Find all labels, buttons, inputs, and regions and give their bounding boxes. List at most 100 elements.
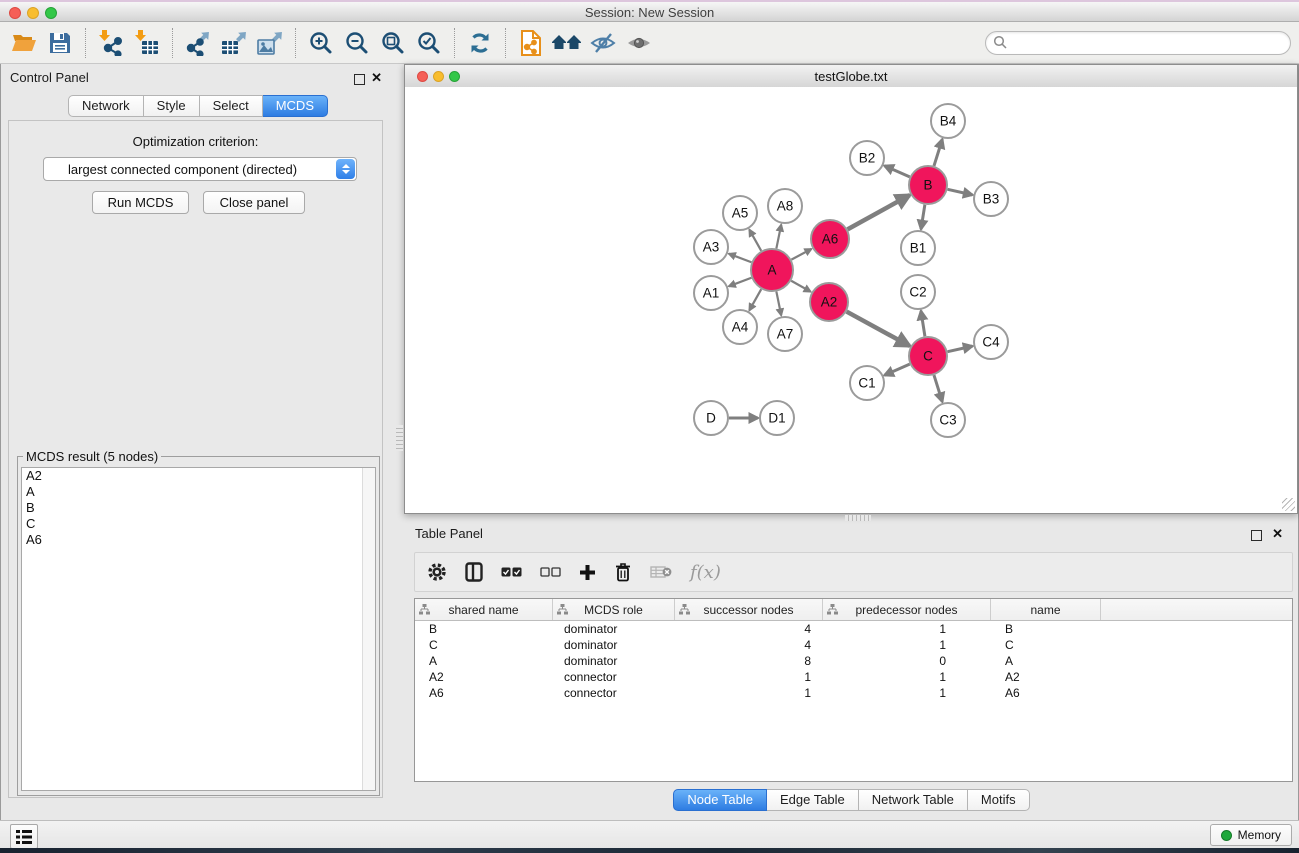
table-tab-motifs[interactable]: Motifs — [968, 789, 1030, 811]
cell-predecessor-nodes[interactable]: 1 — [823, 685, 991, 701]
panel-divider-grip[interactable] — [845, 515, 871, 521]
tab-style[interactable]: Style — [144, 95, 200, 117]
edge-C-C3[interactable] — [934, 375, 942, 402]
cell-name[interactable]: A2 — [991, 669, 1101, 685]
node-C4[interactable]: C4 — [974, 325, 1008, 359]
delete-table-button[interactable] — [650, 559, 672, 585]
float-panel-icon[interactable] — [1251, 530, 1262, 541]
column-header-name[interactable]: name — [991, 599, 1101, 620]
cell-MCDS-role[interactable]: connector — [553, 685, 675, 701]
column-header-MCDS-role[interactable]: MCDS role — [553, 599, 675, 620]
cell-predecessor-nodes[interactable]: 1 — [823, 669, 991, 685]
tab-network[interactable]: Network — [68, 95, 144, 117]
node-B2[interactable]: B2 — [850, 141, 884, 175]
node-B1[interactable]: B1 — [901, 231, 935, 265]
column-header-shared-name[interactable]: shared name — [415, 599, 553, 620]
panel-divider-grip[interactable] — [396, 425, 403, 451]
close-panel-icon[interactable]: ✕ — [1272, 526, 1283, 542]
zoom-out-button[interactable] — [341, 25, 373, 61]
edge-A-A7[interactable] — [776, 292, 781, 316]
deselect-all-button[interactable] — [540, 559, 561, 585]
edge-A-A4[interactable] — [749, 289, 761, 310]
select-all-button[interactable] — [501, 559, 522, 585]
node-A4[interactable]: A4 — [723, 310, 757, 344]
export-image-button[interactable] — [254, 25, 286, 61]
edge-B-B1[interactable] — [921, 205, 925, 229]
cell-shared-name[interactable]: B — [415, 621, 553, 637]
network-canvas[interactable]: B4B2BB3A8A5A6A3B1AC2A1A2A4A7C4CC1DD1C3 — [405, 87, 1297, 513]
node-C[interactable]: C — [909, 337, 947, 375]
import-table-button[interactable] — [131, 25, 163, 61]
node-B3[interactable]: B3 — [974, 182, 1008, 216]
scrollbar-track[interactable] — [362, 468, 375, 790]
cell-shared-name[interactable]: A6 — [415, 685, 553, 701]
function-builder-button[interactable]: f(x) — [690, 559, 721, 585]
cell-predecessor-nodes[interactable]: 1 — [823, 637, 991, 653]
table-settings-button[interactable] — [427, 559, 447, 585]
node-C3[interactable]: C3 — [931, 403, 965, 437]
edge-B-B2[interactable] — [884, 166, 909, 177]
node-A1[interactable]: A1 — [694, 276, 728, 310]
cell-MCDS-role[interactable]: dominator — [553, 621, 675, 637]
table-tab-edge-table[interactable]: Edge Table — [767, 789, 859, 811]
node-table[interactable]: shared nameMCDS rolesuccessor nodesprede… — [414, 598, 1293, 782]
cell-successor-nodes[interactable]: 4 — [675, 637, 823, 653]
node-A5[interactable]: A5 — [723, 196, 757, 230]
cell-MCDS-role[interactable]: dominator — [553, 637, 675, 653]
table-row[interactable]: A6connector11A6 — [415, 685, 1292, 701]
tab-select[interactable]: Select — [200, 95, 263, 117]
mcds-result-item[interactable]: C — [22, 516, 375, 532]
cell-MCDS-role[interactable]: connector — [553, 669, 675, 685]
show-all-networks-button[interactable] — [551, 25, 583, 61]
node-B[interactable]: B — [909, 166, 947, 204]
zoom-in-button[interactable] — [305, 25, 337, 61]
column-header-predecessor-nodes[interactable]: predecessor nodes — [823, 599, 991, 620]
network-window-titlebar[interactable]: testGlobe.txt — [405, 65, 1297, 88]
zoom-selected-button[interactable] — [413, 25, 445, 61]
edge-C-C2[interactable] — [921, 311, 925, 336]
edge-B-B4[interactable] — [934, 139, 942, 166]
table-row[interactable]: A2connector11A2 — [415, 669, 1292, 685]
criterion-select[interactable]: largest connected component (directed) — [43, 157, 357, 181]
import-network-button[interactable] — [95, 25, 127, 61]
table-row[interactable]: Cdominator41C — [415, 637, 1292, 653]
tab-mcds[interactable]: MCDS — [263, 95, 328, 117]
show-columns-button[interactable] — [465, 559, 483, 585]
export-table-button[interactable] — [218, 25, 250, 61]
hide-graphics-button[interactable] — [587, 25, 619, 61]
node-C1[interactable]: C1 — [850, 366, 884, 400]
apply-layout-button[interactable] — [464, 25, 496, 61]
edge-A6-B[interactable] — [848, 195, 910, 229]
node-D1[interactable]: D1 — [760, 401, 794, 435]
node-A3[interactable]: A3 — [694, 230, 728, 264]
cell-predecessor-nodes[interactable]: 0 — [823, 653, 991, 669]
close-panel-button[interactable]: Close panel — [203, 191, 305, 214]
show-graphics-button[interactable] — [623, 25, 655, 61]
mcds-result-item[interactable]: A — [22, 484, 375, 500]
save-session-button[interactable] — [44, 25, 76, 61]
table-row[interactable]: Adominator80A — [415, 653, 1292, 669]
node-A7[interactable]: A7 — [768, 317, 802, 351]
node-A8[interactable]: A8 — [768, 189, 802, 223]
cell-name[interactable]: A — [991, 653, 1101, 669]
edge-C-C1[interactable] — [884, 364, 909, 375]
edge-A-A8[interactable] — [776, 225, 781, 249]
search-input[interactable] — [1008, 33, 1290, 53]
node-D[interactable]: D — [694, 401, 728, 435]
open-session-button[interactable] — [8, 25, 40, 61]
mcds-result-item[interactable]: A2 — [22, 468, 375, 484]
cell-name[interactable]: C — [991, 637, 1101, 653]
edge-A-A1[interactable] — [729, 278, 752, 287]
node-B4[interactable]: B4 — [931, 104, 965, 138]
search-box[interactable] — [985, 31, 1291, 55]
cell-name[interactable]: B — [991, 621, 1101, 637]
table-tab-network-table[interactable]: Network Table — [859, 789, 968, 811]
edge-A-A5[interactable] — [749, 230, 761, 251]
cell-name[interactable]: A6 — [991, 685, 1101, 701]
memory-button[interactable]: Memory — [1210, 824, 1292, 846]
run-mcds-button[interactable]: Run MCDS — [92, 191, 189, 214]
mcds-result-item[interactable]: B — [22, 500, 375, 516]
node-A6[interactable]: A6 — [811, 220, 849, 258]
resize-grip-icon[interactable] — [1282, 498, 1295, 511]
cell-shared-name[interactable]: C — [415, 637, 553, 653]
